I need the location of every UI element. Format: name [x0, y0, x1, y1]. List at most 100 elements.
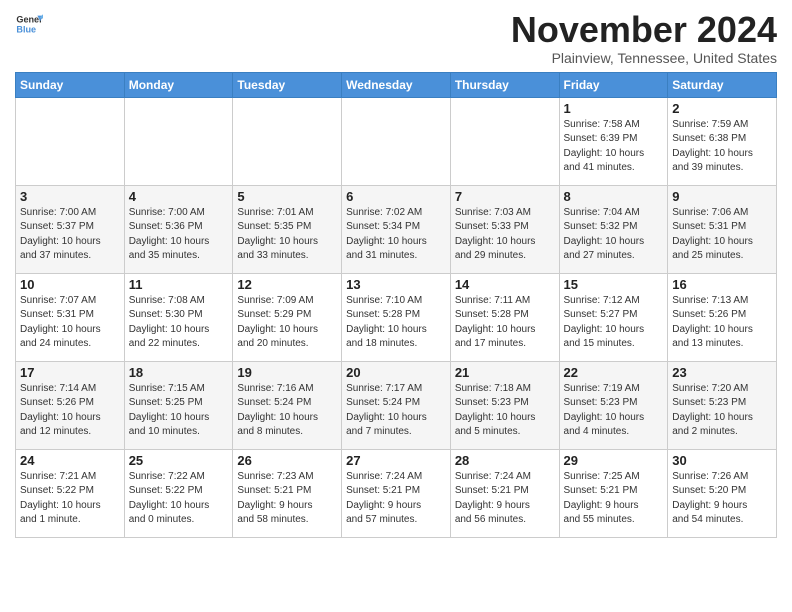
day-number: 1 [564, 101, 664, 116]
day-number: 8 [564, 189, 664, 204]
calendar-cell: 28 Sunrise: 7:24 AM Sunset: 5:21 PM Dayli… [450, 449, 559, 537]
day-info: Sunrise: 7:24 AM Sunset: 5:21 PM Dayligh… [346, 470, 446, 528]
day-info: Sunrise: 7:01 AM Sunset: 5:35 PM Dayligh… [237, 206, 337, 264]
calendar-cell [233, 97, 342, 185]
day-number: 15 [564, 277, 664, 292]
calendar-cell: 3 Sunrise: 7:00 AM Sunset: 5:37 PM Daylig… [16, 185, 125, 273]
day-number: 22 [564, 365, 664, 380]
col-wednesday: Wednesday [342, 72, 451, 97]
title-block: November 2024 Plainview, Tennessee, Unit… [511, 10, 777, 66]
day-info: Sunrise: 7:15 AM Sunset: 5:25 PM Dayligh… [129, 382, 229, 440]
day-number: 10 [20, 277, 120, 292]
day-number: 20 [346, 365, 446, 380]
day-info: Sunrise: 7:25 AM Sunset: 5:21 PM Dayligh… [564, 470, 664, 528]
day-info: Sunrise: 7:11 AM Sunset: 5:28 PM Dayligh… [455, 294, 555, 352]
calendar-cell [342, 97, 451, 185]
day-number: 3 [20, 189, 120, 204]
col-saturday: Saturday [668, 72, 777, 97]
calendar-cell: 19Sunrise: 7:16 AM Sunset: 5:24 PM Dayli… [233, 361, 342, 449]
day-info: Sunrise: 7:13 AM Sunset: 5:26 PM Dayligh… [672, 294, 772, 352]
calendar-cell: 6Sunrise: 7:02 AM Sunset: 5:34 PM Daylig… [342, 185, 451, 273]
calendar-cell [450, 97, 559, 185]
calendar-cell: 14 Sunrise: 7:11 AM Sunset: 5:28 PM Dayli… [450, 273, 559, 361]
calendar-cell: 29 Sunrise: 7:25 AM Sunset: 5:21 PM Dayli… [559, 449, 668, 537]
day-number: 19 [237, 365, 337, 380]
day-info: Sunrise: 7:19 AM Sunset: 5:23 PM Dayligh… [564, 382, 664, 440]
col-friday: Friday [559, 72, 668, 97]
calendar-cell: 18 Sunrise: 7:15 AM Sunset: 5:25 PM Dayli… [124, 361, 233, 449]
calendar-week-row: 10Sunrise: 7:07 AM Sunset: 5:31 PM Dayli… [16, 273, 777, 361]
day-info: Sunrise: 7:22 AM Sunset: 5:22 PM Dayligh… [129, 470, 229, 528]
calendar-week-row: 17 Sunrise: 7:14 AM Sunset: 5:26 PM Dayli… [16, 361, 777, 449]
day-number: 27 [346, 453, 446, 468]
calendar-cell: 9 Sunrise: 7:06 AM Sunset: 5:31 PM Daylig… [668, 185, 777, 273]
day-info: Sunrise: 7:00 AM Sunset: 5:36 PM Dayligh… [129, 206, 229, 264]
day-number: 9 [672, 189, 772, 204]
day-info: Sunrise: 7:12 AM Sunset: 5:27 PM Dayligh… [564, 294, 664, 352]
calendar-week-row: 3 Sunrise: 7:00 AM Sunset: 5:37 PM Daylig… [16, 185, 777, 273]
col-thursday: Thursday [450, 72, 559, 97]
calendar-cell [124, 97, 233, 185]
calendar-week-row: 1 Sunrise: 7:58 AM Sunset: 6:39 PM Daylig… [16, 97, 777, 185]
day-info: Sunrise: 7:04 AM Sunset: 5:32 PM Dayligh… [564, 206, 664, 264]
day-info: Sunrise: 7:06 AM Sunset: 5:31 PM Dayligh… [672, 206, 772, 264]
day-info: Sunrise: 7:24 AM Sunset: 5:21 PM Dayligh… [455, 470, 555, 528]
day-number: 4 [129, 189, 229, 204]
header-row: Sunday Monday Tuesday Wednesday Thursday… [16, 72, 777, 97]
calendar-cell: 15 Sunrise: 7:12 AM Sunset: 5:27 PM Dayli… [559, 273, 668, 361]
calendar-cell: 2Sunrise: 7:59 AM Sunset: 6:38 PM Daylig… [668, 97, 777, 185]
calendar-week-row: 24 Sunrise: 7:21 AM Sunset: 5:22 PM Dayli… [16, 449, 777, 537]
day-number: 30 [672, 453, 772, 468]
calendar-cell: 16Sunrise: 7:13 AM Sunset: 5:26 PM Dayli… [668, 273, 777, 361]
svg-text:Blue: Blue [16, 24, 36, 34]
calendar-cell: 26Sunrise: 7:23 AM Sunset: 5:21 PM Dayli… [233, 449, 342, 537]
day-number: 7 [455, 189, 555, 204]
day-number: 24 [20, 453, 120, 468]
day-info: Sunrise: 7:10 AM Sunset: 5:28 PM Dayligh… [346, 294, 446, 352]
day-info: Sunrise: 7:00 AM Sunset: 5:37 PM Dayligh… [20, 206, 120, 264]
day-number: 13 [346, 277, 446, 292]
day-info: Sunrise: 7:21 AM Sunset: 5:22 PM Dayligh… [20, 470, 120, 528]
day-number: 23 [672, 365, 772, 380]
day-number: 29 [564, 453, 664, 468]
calendar-cell: 22 Sunrise: 7:19 AM Sunset: 5:23 PM Dayli… [559, 361, 668, 449]
day-number: 21 [455, 365, 555, 380]
calendar-table: Sunday Monday Tuesday Wednesday Thursday… [15, 72, 777, 538]
calendar-cell: 24 Sunrise: 7:21 AM Sunset: 5:22 PM Dayli… [16, 449, 125, 537]
calendar-cell [16, 97, 125, 185]
col-monday: Monday [124, 72, 233, 97]
day-number: 14 [455, 277, 555, 292]
day-number: 25 [129, 453, 229, 468]
day-info: Sunrise: 7:20 AM Sunset: 5:23 PM Dayligh… [672, 382, 772, 440]
calendar-cell: 30 Sunrise: 7:26 AM Sunset: 5:20 PM Dayli… [668, 449, 777, 537]
calendar-body: 1 Sunrise: 7:58 AM Sunset: 6:39 PM Daylig… [16, 97, 777, 537]
day-number: 12 [237, 277, 337, 292]
day-number: 28 [455, 453, 555, 468]
col-sunday: Sunday [16, 72, 125, 97]
day-info: Sunrise: 7:59 AM Sunset: 6:38 PM Dayligh… [672, 118, 772, 176]
header: General Blue November 2024 Plainview, Te… [15, 10, 777, 66]
col-tuesday: Tuesday [233, 72, 342, 97]
calendar-cell: 1 Sunrise: 7:58 AM Sunset: 6:39 PM Daylig… [559, 97, 668, 185]
day-number: 18 [129, 365, 229, 380]
day-info: Sunrise: 7:09 AM Sunset: 5:29 PM Dayligh… [237, 294, 337, 352]
calendar-cell: 17 Sunrise: 7:14 AM Sunset: 5:26 PM Dayli… [16, 361, 125, 449]
day-info: Sunrise: 7:58 AM Sunset: 6:39 PM Dayligh… [564, 118, 664, 176]
day-info: Sunrise: 7:08 AM Sunset: 5:30 PM Dayligh… [129, 294, 229, 352]
calendar-cell: 20Sunrise: 7:17 AM Sunset: 5:24 PM Dayli… [342, 361, 451, 449]
page-container: General Blue November 2024 Plainview, Te… [0, 0, 792, 543]
day-info: Sunrise: 7:03 AM Sunset: 5:33 PM Dayligh… [455, 206, 555, 264]
day-number: 6 [346, 189, 446, 204]
day-info: Sunrise: 7:26 AM Sunset: 5:20 PM Dayligh… [672, 470, 772, 528]
day-number: 26 [237, 453, 337, 468]
day-number: 5 [237, 189, 337, 204]
calendar-cell: 11Sunrise: 7:08 AM Sunset: 5:30 PM Dayli… [124, 273, 233, 361]
calendar-cell: 23 Sunrise: 7:20 AM Sunset: 5:23 PM Dayli… [668, 361, 777, 449]
calendar-cell: 5 Sunrise: 7:01 AM Sunset: 5:35 PM Daylig… [233, 185, 342, 273]
calendar-cell: 21Sunrise: 7:18 AM Sunset: 5:23 PM Dayli… [450, 361, 559, 449]
calendar-header: Sunday Monday Tuesday Wednesday Thursday… [16, 72, 777, 97]
day-number: 17 [20, 365, 120, 380]
day-info: Sunrise: 7:14 AM Sunset: 5:26 PM Dayligh… [20, 382, 120, 440]
logo-icon: General Blue [15, 10, 43, 38]
calendar-cell: 27 Sunrise: 7:24 AM Sunset: 5:21 PM Dayli… [342, 449, 451, 537]
